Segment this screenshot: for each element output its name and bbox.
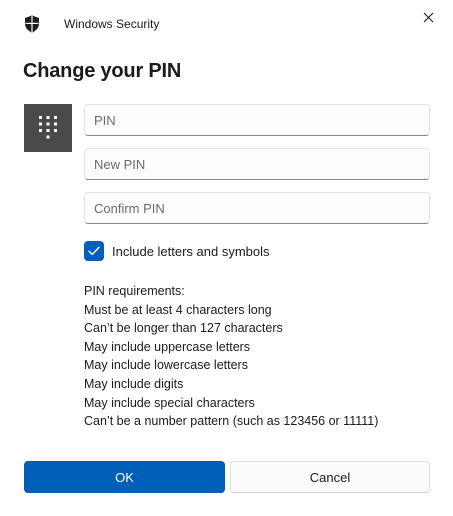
requirement-item: May include digits xyxy=(84,376,184,391)
close-button[interactable] xyxy=(411,4,445,30)
include-letters-checkbox[interactable] xyxy=(84,241,104,261)
confirm-pin-field-container xyxy=(84,192,430,224)
include-letters-option[interactable]: Include letters and symbols xyxy=(84,241,270,261)
pin-tile xyxy=(24,104,72,152)
requirements-title: PIN requirements: xyxy=(84,284,185,298)
requirement-item: Can’t be longer than 127 characters xyxy=(84,321,283,336)
new-pin-input[interactable] xyxy=(85,149,429,179)
requirement-item: Must be at least 4 characters long xyxy=(84,302,272,317)
page-title: Change your PIN xyxy=(23,60,182,82)
checkmark-icon xyxy=(88,246,100,256)
requirement-item: May include uppercase letters xyxy=(84,339,251,354)
shield-icon xyxy=(24,15,40,33)
ok-button[interactable]: OK xyxy=(24,461,225,493)
pin-requirements: PIN requirements: Must be at least 4 cha… xyxy=(84,282,434,431)
close-icon xyxy=(423,12,433,22)
requirement-item: Can’t be a number pattern (such as 12345… xyxy=(84,414,379,429)
confirm-pin-input[interactable] xyxy=(85,193,429,223)
pin-field-container xyxy=(84,104,430,136)
new-pin-field-container xyxy=(84,148,430,180)
window-title: Windows Security xyxy=(64,17,160,31)
change-pin-dialog: Windows Security Change your PIN Include… xyxy=(0,0,453,516)
requirement-item: May include lowercase letters xyxy=(84,358,248,373)
keypad-icon xyxy=(39,116,57,139)
title-bar: Windows Security xyxy=(0,0,453,48)
cancel-button[interactable]: Cancel xyxy=(230,461,430,493)
requirement-item: May include special characters xyxy=(84,395,255,410)
pin-input[interactable] xyxy=(85,105,429,135)
include-letters-label: Include letters and symbols xyxy=(112,243,270,259)
